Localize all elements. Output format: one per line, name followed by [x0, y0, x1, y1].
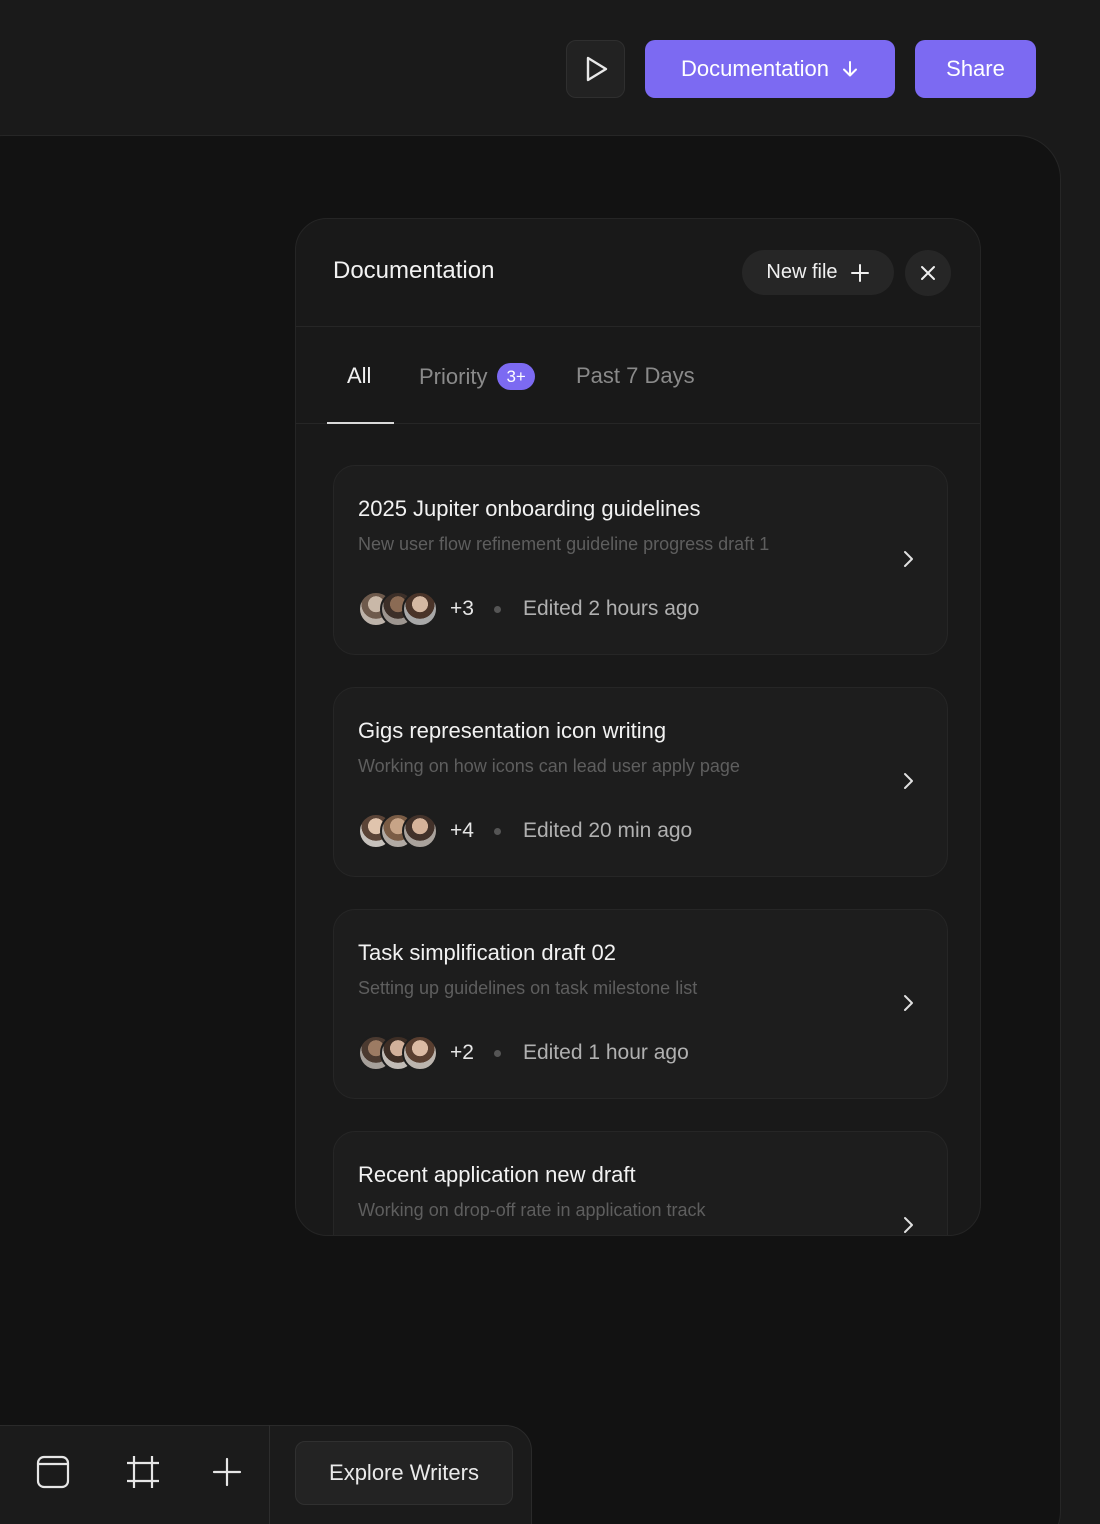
- frame-tool-button[interactable]: [36, 1455, 70, 1489]
- documentation-panel: Documentation New file All Priority 3+ P…: [295, 218, 981, 1236]
- plus-icon: [850, 263, 869, 282]
- tab-label: Past 7 Days: [576, 363, 695, 388]
- separator-dot: [493, 605, 501, 613]
- card-title: 2025 Jupiter onboarding guidelines: [358, 496, 701, 521]
- play-button[interactable]: [566, 40, 625, 98]
- new-file-button[interactable]: New file: [742, 250, 894, 295]
- card-meta: +4 Edited 20 min ago: [358, 813, 692, 849]
- new-file-label: New file: [766, 261, 838, 283]
- tab-bar: All Priority 3+ Past 7 Days: [296, 327, 980, 424]
- documentation-button[interactable]: Documentation: [645, 40, 895, 98]
- chevron-right-icon[interactable]: [897, 1214, 919, 1236]
- card-title: Task simplification draft 02: [358, 940, 616, 965]
- crop-tool-button[interactable]: [126, 1455, 160, 1489]
- document-card[interactable]: 2025 Jupiter onboarding guidelines New u…: [333, 465, 948, 655]
- tab-all[interactable]: All: [347, 363, 371, 389]
- explore-writers-label: Explore Writers: [329, 1460, 479, 1485]
- frame-icon: [36, 1455, 70, 1489]
- crop-icon: [127, 1456, 159, 1488]
- active-tab-indicator: [327, 422, 394, 424]
- tab-label: Priority: [419, 363, 488, 389]
- tab-priority[interactable]: Priority 3+: [419, 363, 535, 390]
- tab-past-7-days[interactable]: Past 7 Days: [576, 363, 695, 389]
- chevron-right-icon[interactable]: [897, 992, 919, 1014]
- card-meta: +2 Edited 1 hour ago: [358, 1035, 689, 1071]
- card-subtitle: Working on drop-off rate in application …: [358, 1200, 706, 1220]
- avatar: [402, 1035, 438, 1071]
- avatar: [402, 591, 438, 627]
- card-title: Gigs representation icon writing: [358, 718, 667, 743]
- play-icon: [586, 56, 607, 82]
- panel-title: Documentation: [333, 257, 495, 284]
- collaborator-avatars: [358, 591, 438, 627]
- chevron-right-icon[interactable]: [897, 548, 919, 570]
- arrow-down-icon: [842, 61, 857, 77]
- card-subtitle: Working on how icons can lead user apply…: [358, 756, 740, 776]
- card-meta: +3 Edited 2 hours ago: [358, 591, 699, 627]
- close-button[interactable]: [905, 250, 951, 296]
- documentation-button-label: Documentation: [681, 56, 829, 81]
- card-title: Recent application new draft: [358, 1162, 636, 1187]
- tab-label: All: [347, 363, 372, 388]
- collaborator-avatars: [358, 813, 438, 849]
- collaborator-count: +4: [450, 819, 474, 842]
- edited-time: Edited 20 min ago: [522, 819, 693, 842]
- plus-icon: [212, 1457, 242, 1487]
- panel-header: Documentation New file: [296, 219, 980, 327]
- avatar: [402, 813, 438, 849]
- collaborator-count: +3: [450, 597, 474, 620]
- separator-dot: [493, 1049, 501, 1057]
- explore-writers-button[interactable]: Explore Writers: [295, 1441, 513, 1505]
- toolbar-divider: [269, 1425, 270, 1524]
- document-card[interactable]: Task simplification draft 02 Setting up …: [333, 909, 948, 1099]
- add-tool-button[interactable]: [210, 1455, 244, 1489]
- edited-time: Edited 1 hour ago: [522, 1041, 689, 1064]
- share-button[interactable]: Share: [915, 40, 1036, 98]
- card-subtitle: Setting up guidelines on task milestone …: [358, 978, 698, 998]
- card-subtitle: New user flow refinement guideline progr…: [358, 534, 770, 554]
- edited-time: Edited 2 hours ago: [522, 597, 700, 620]
- priority-count-badge: 3+: [497, 363, 535, 390]
- app-page: Documentation Share Documentation New fi…: [0, 0, 1100, 1524]
- chevron-right-icon[interactable]: [897, 770, 919, 792]
- document-card[interactable]: Gigs representation icon writing Working…: [333, 687, 948, 877]
- separator-dot: [493, 827, 501, 835]
- collaborator-count: +2: [450, 1041, 474, 1064]
- share-button-label: Share: [946, 56, 1005, 81]
- document-card[interactable]: Recent application new draft Working on …: [333, 1131, 948, 1236]
- collaborator-avatars: [358, 1035, 438, 1071]
- close-icon: [921, 266, 935, 280]
- top-toolbar: Documentation Share: [0, 0, 1100, 135]
